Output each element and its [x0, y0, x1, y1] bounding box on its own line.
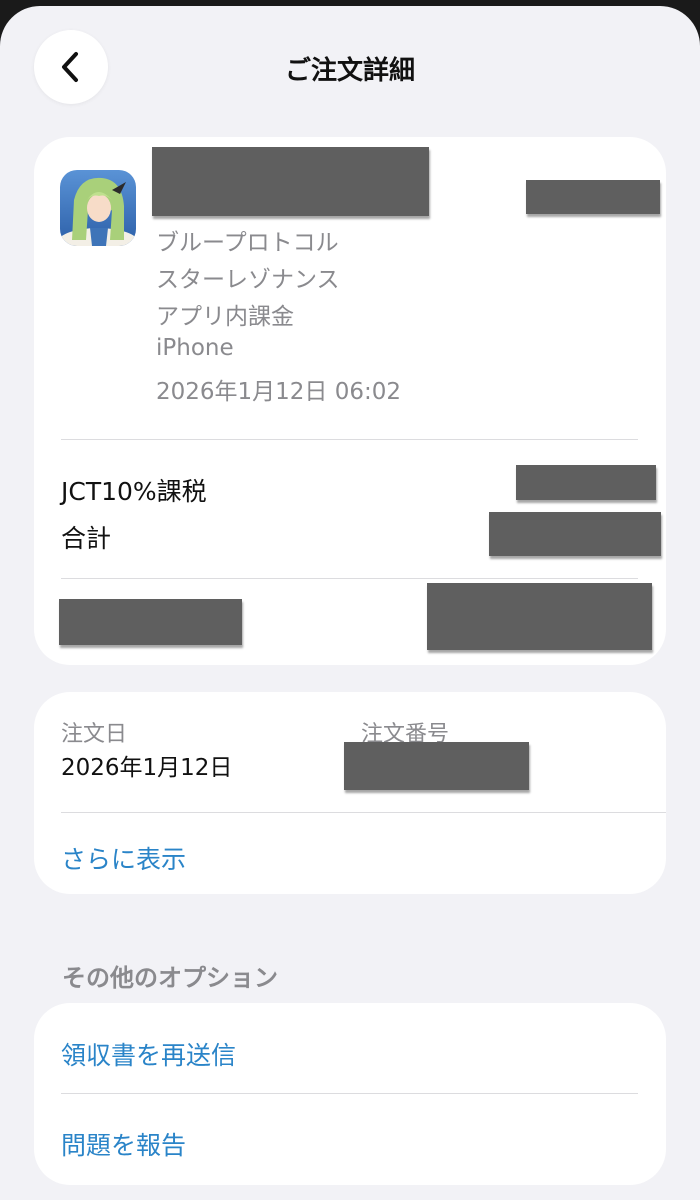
- report-problem-link[interactable]: 問題を報告: [61, 1126, 186, 1162]
- purchase-card: ブループロトコル スターレゾナンス アプリ内課金 iPhone 2026年1月1…: [34, 137, 666, 665]
- app-subtitle-line-2: スターレゾナンス: [156, 267, 340, 293]
- payment-method-redacted: [59, 599, 242, 645]
- total-amount-redacted: [489, 512, 661, 556]
- divider: [61, 1093, 638, 1094]
- purchase-datetime: 2026年1月12日 06:02: [156, 379, 402, 405]
- app-name-redacted: [152, 147, 429, 216]
- app-subtitle-line-1: ブループロトコル: [156, 230, 339, 256]
- order-info-card: 注文日 2026年1月12日 注文番号 さらに表示: [34, 692, 666, 894]
- total-label: 合計: [61, 524, 112, 553]
- device: iPhone: [156, 335, 234, 361]
- purchase-type: アプリ内課金: [156, 304, 294, 330]
- options-card: 領収書を再送信 問題を報告: [34, 1003, 666, 1185]
- payment-amount-redacted: [427, 583, 652, 650]
- app-icon[interactable]: [60, 170, 136, 246]
- divider: [61, 812, 666, 813]
- order-date-label: 注文日: [61, 722, 128, 747]
- divider: [61, 439, 638, 440]
- tax-amount-redacted: [516, 465, 656, 500]
- order-detail-screen: ご注文詳細 ブループロトコル スターレゾナンス アプリ内課金 iPhone 20…: [0, 6, 700, 1200]
- order-number-redacted: [344, 742, 529, 790]
- section-title-other-options: その他のオプション: [62, 964, 278, 992]
- price-redacted: [526, 180, 660, 214]
- tax-label: JCT10%課税: [61, 477, 207, 506]
- show-more-link[interactable]: さらに表示: [61, 840, 186, 876]
- resend-receipt-link[interactable]: 領収書を再送信: [61, 1036, 236, 1072]
- order-date-value: 2026年1月12日: [61, 755, 233, 781]
- page-title: ご注文詳細: [284, 56, 415, 86]
- divider: [61, 578, 638, 579]
